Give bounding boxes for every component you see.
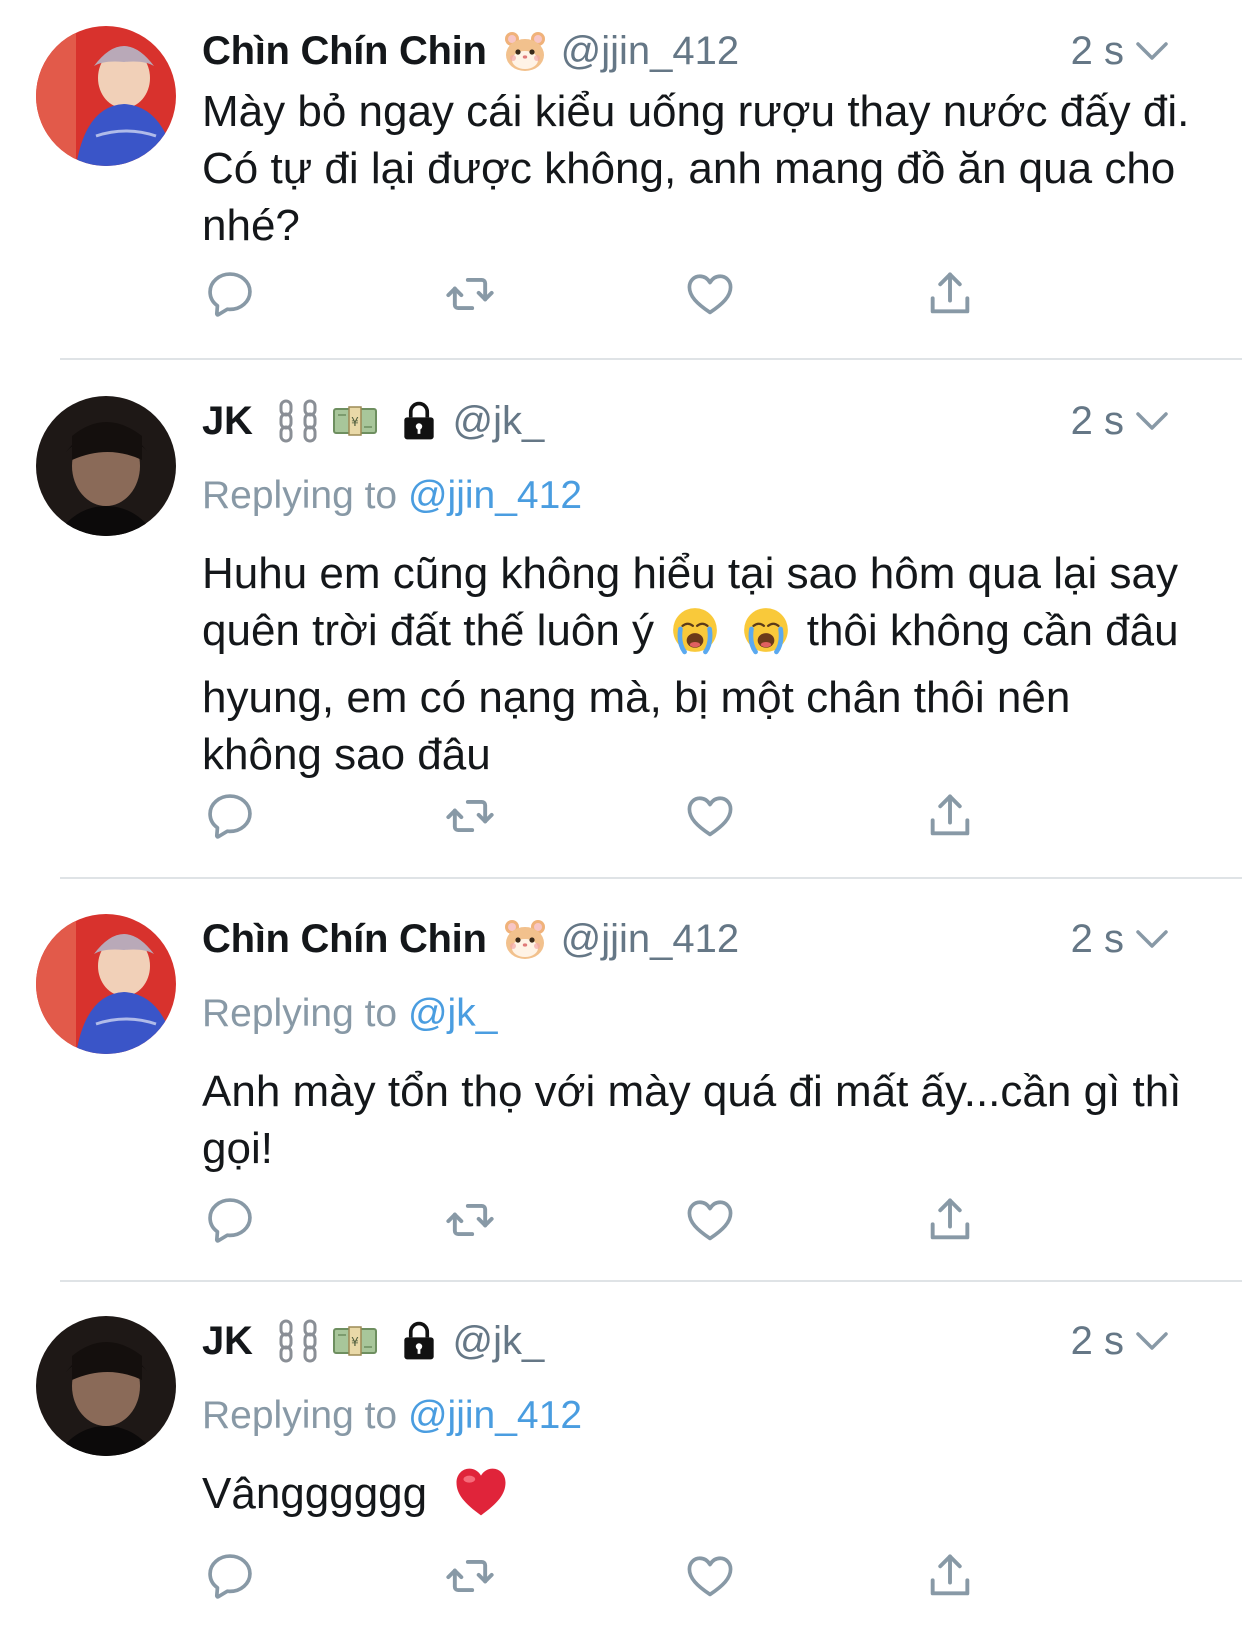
avatar-chin[interactable]: [36, 914, 176, 1054]
timestamp: 2 s: [1070, 1318, 1124, 1363]
retweet-icon[interactable]: [440, 1190, 500, 1250]
reply-icon[interactable]: [200, 1546, 260, 1606]
display-name[interactable]: JK: [202, 399, 253, 444]
like-icon[interactable]: [680, 786, 740, 846]
display-name[interactable]: Chìn Chín Chin: [202, 917, 487, 962]
display-name[interactable]: Chìn Chín Chin: [202, 29, 487, 74]
red-heart-icon: [453, 1464, 509, 1534]
replying-to: Replying to @jjin_412: [202, 1394, 582, 1438]
replying-to-label: Replying to: [202, 474, 398, 517]
hamster-face-icon: [501, 27, 549, 75]
like-icon[interactable]: [680, 1546, 740, 1606]
timestamp: 2 s: [1070, 916, 1124, 961]
tweet-header: Chìn Chín Chin @jjin_412: [202, 26, 739, 76]
tweet-actions: [0, 1546, 1242, 1606]
tweet-text: Mày bỏ ngay cái kiểu uống rượu thay nước…: [202, 87, 1190, 250]
like-icon[interactable]: [680, 264, 740, 324]
divider: [60, 358, 1242, 360]
tweet-header: JK @jk_: [202, 1316, 544, 1366]
avatar-jk[interactable]: [36, 396, 176, 536]
crying-face-icon: [741, 605, 791, 669]
share-icon[interactable]: [920, 1190, 980, 1250]
reply-icon[interactable]: [200, 1190, 260, 1250]
tweet-actions: [0, 264, 1242, 324]
tweet-text: Huhu em cũng không hiểu tại sao hôm qua …: [202, 545, 1192, 783]
tweet-actions: [0, 1190, 1242, 1250]
divider: [60, 877, 1242, 879]
retweet-icon[interactable]: [440, 264, 500, 324]
replying-to: Replying to @jk_: [202, 992, 497, 1036]
money-bag-icon: [329, 397, 381, 445]
like-icon[interactable]: [680, 1190, 740, 1250]
replying-to: Replying to @jjin_412: [202, 474, 582, 518]
share-icon[interactable]: [920, 1546, 980, 1606]
tweet-actions: [0, 786, 1242, 846]
lock-icon: [397, 1319, 441, 1363]
avatar-jk[interactable]: [36, 1316, 176, 1456]
chevron-down-icon[interactable]: [1132, 914, 1172, 964]
user-handle[interactable]: @jk_: [453, 399, 545, 444]
share-icon[interactable]: [920, 264, 980, 324]
lock-icon: [397, 399, 441, 443]
chevron-down-icon[interactable]: [1132, 1316, 1172, 1366]
tweet-header: JK @jk_: [202, 396, 544, 446]
tweet-text: Anh mày tổn thọ với mày quá đi mất ấy...…: [202, 1067, 1182, 1173]
replying-to-label: Replying to: [202, 1394, 398, 1437]
reply-icon[interactable]: [200, 264, 260, 324]
divider: [60, 1280, 1242, 1282]
hamster-face-icon: [501, 915, 549, 963]
tweet-text-content: Vângggggg: [202, 1469, 428, 1518]
user-handle[interactable]: @jjin_412: [561, 29, 740, 74]
crying-face-icon: [670, 605, 720, 669]
share-icon[interactable]: [920, 786, 980, 846]
retweet-icon[interactable]: [440, 786, 500, 846]
user-handle[interactable]: @jjin_412: [561, 917, 740, 962]
chevron-down-icon[interactable]: [1132, 396, 1172, 446]
timestamp: 2 s: [1070, 28, 1124, 73]
tweet-header: Chìn Chín Chin @jjin_412: [202, 914, 739, 964]
replying-to-mention[interactable]: @jjin_412: [408, 474, 582, 517]
chevron-down-icon[interactable]: [1132, 26, 1172, 76]
money-bag-icon: [329, 1317, 381, 1365]
replying-to-mention[interactable]: @jjin_412: [408, 1394, 582, 1437]
retweet-icon[interactable]: [440, 1546, 500, 1606]
replying-to-mention[interactable]: @jk_: [408, 992, 497, 1035]
user-handle[interactable]: @jk_: [453, 1319, 545, 1364]
tweet-text: Vângggggg: [202, 1464, 1192, 1534]
chains-icon: [275, 397, 323, 445]
avatar-chin[interactable]: [36, 26, 176, 166]
reply-icon[interactable]: [200, 786, 260, 846]
chains-icon: [275, 1317, 323, 1365]
display-name[interactable]: JK: [202, 1319, 253, 1364]
timestamp: 2 s: [1070, 398, 1124, 443]
replying-to-label: Replying to: [202, 992, 398, 1035]
